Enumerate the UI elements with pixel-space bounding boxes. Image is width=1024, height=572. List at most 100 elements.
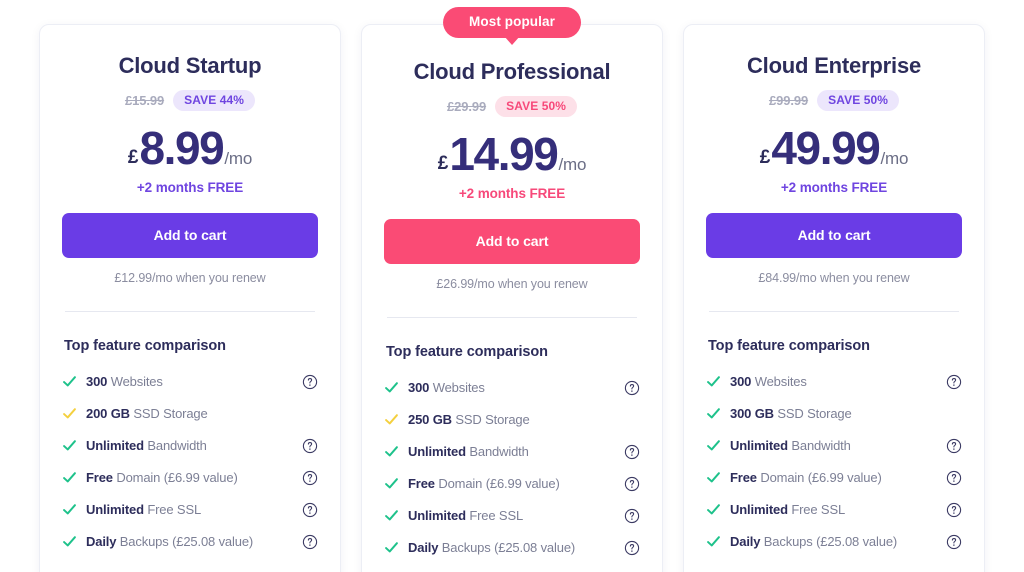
check-icon [384, 508, 399, 523]
feature-label: 300 Websites [730, 374, 946, 389]
feature-row: 300 Websites [62, 372, 318, 391]
feature-label: Free Domain (£6.99 value) [86, 470, 302, 485]
check-icon [62, 438, 77, 453]
feature-description: Bandwidth [465, 444, 529, 459]
free-months-note: +2 months FREE [136, 180, 244, 195]
add-to-cart-button[interactable]: Add to cart [62, 213, 318, 258]
feature-description: Domain (£6.99 value) [756, 470, 882, 485]
feature-description: Backups (£25.08 value) [116, 534, 254, 549]
check-icon [706, 502, 721, 517]
help-circle-icon[interactable] [624, 508, 640, 524]
feature-label: 200 GB SSD Storage [86, 406, 302, 421]
feature-label: Daily Backups (£25.08 value) [730, 534, 946, 549]
card-divider [65, 311, 315, 312]
help-circle-icon[interactable] [624, 540, 640, 556]
price-amount: 14.99 [449, 128, 559, 180]
feature-value: Daily [408, 540, 439, 555]
save-badge: SAVE 44% [173, 89, 256, 111]
help-circle-icon[interactable] [302, 438, 318, 454]
add-to-cart-button[interactable]: Add to cart [384, 219, 640, 264]
feature-value: Free [86, 470, 113, 485]
current-price: £14.99/mo [384, 131, 640, 177]
feature-label: Daily Backups (£25.08 value) [408, 540, 624, 555]
price-amount: 49.99 [771, 122, 881, 174]
feature-description: Websites [107, 374, 163, 389]
currency-symbol: £ [759, 147, 771, 168]
help-circle-icon[interactable] [946, 438, 962, 454]
features-heading: Top feature comparison [708, 338, 870, 354]
price-period: /mo [224, 149, 253, 168]
help-circle-icon[interactable] [946, 374, 962, 390]
feature-row: Unlimited Bandwidth [384, 442, 640, 461]
feature-row: Unlimited Free SSL [706, 500, 962, 519]
plan-name: Cloud Professional [413, 59, 611, 84]
check-icon [384, 412, 399, 427]
check-icon [62, 502, 77, 517]
check-icon [706, 374, 721, 389]
currency-symbol: £ [437, 153, 449, 174]
feature-list: 300 Websites 300 GB SSD Storage Unlimited … [706, 372, 962, 551]
feature-value: Daily [730, 534, 761, 549]
check-icon [706, 470, 721, 485]
feature-label: 250 GB SSD Storage [408, 412, 624, 427]
help-circle-icon[interactable] [946, 534, 962, 550]
add-to-cart-button[interactable]: Add to cart [706, 213, 962, 258]
price-amount: 8.99 [139, 122, 224, 174]
feature-description: Free SSL [143, 502, 202, 517]
feature-description: Domain (£6.99 value) [112, 470, 238, 485]
original-price: £99.99 [768, 92, 809, 108]
feature-description: Backups (£25.08 value) [438, 540, 576, 555]
renewal-price-note: £26.99/mo when you renew [436, 277, 588, 291]
feature-label: 300 Websites [408, 380, 624, 395]
check-icon [706, 406, 721, 421]
current-price: £49.99/mo [706, 125, 962, 171]
feature-label: Unlimited Bandwidth [730, 438, 946, 453]
help-circle-icon[interactable] [302, 374, 318, 390]
feature-value: Unlimited [86, 502, 144, 517]
check-icon [706, 534, 721, 549]
feature-description: Websites [429, 380, 485, 395]
help-circle-icon[interactable] [624, 444, 640, 460]
help-circle-icon[interactable] [624, 380, 640, 396]
feature-value: Free [730, 470, 757, 485]
feature-label: 300 GB SSD Storage [730, 406, 946, 421]
feature-value: Unlimited [730, 438, 788, 453]
feature-row: 250 GB SSD Storage [384, 410, 640, 429]
help-circle-icon[interactable] [946, 470, 962, 486]
help-circle-icon[interactable] [302, 470, 318, 486]
help-circle-icon[interactable] [302, 534, 318, 550]
currency-symbol: £ [127, 147, 139, 168]
feature-value: Unlimited [730, 502, 788, 517]
price-save-row: £99.99 SAVE 50% [706, 89, 962, 111]
check-icon [384, 444, 399, 459]
feature-row: 300 Websites [706, 372, 962, 391]
pricing-page: Cloud Startup £15.99 SAVE 44% £8.99/mo +2 mo… [0, 0, 1024, 572]
feature-description: SSD Storage [129, 406, 208, 421]
features-heading: Top feature comparison [386, 344, 548, 360]
pricing-card-list: Cloud Startup £15.99 SAVE 44% £8.99/mo +2 mo… [0, 0, 1024, 572]
help-circle-icon[interactable] [946, 502, 962, 518]
help-circle-icon[interactable] [302, 502, 318, 518]
feature-description: Websites [751, 374, 807, 389]
feature-row: Daily Backups (£25.08 value) [62, 532, 318, 551]
features-heading: Top feature comparison [64, 338, 226, 354]
plan-name: Cloud Enterprise [746, 53, 922, 78]
feature-value: Unlimited [86, 438, 144, 453]
card-divider [387, 317, 637, 318]
save-badge: SAVE 50% [495, 95, 578, 117]
feature-label: Daily Backups (£25.08 value) [86, 534, 302, 549]
feature-row: Free Domain (£6.99 value) [706, 468, 962, 487]
help-circle-icon[interactable] [624, 476, 640, 492]
feature-description: Backups (£25.08 value) [760, 534, 898, 549]
feature-description: SSD Storage [451, 412, 530, 427]
feature-label: Unlimited Bandwidth [86, 438, 302, 453]
original-price: £15.99 [124, 92, 165, 108]
price-save-row: £29.99 SAVE 50% [384, 95, 640, 117]
feature-description: Bandwidth [787, 438, 851, 453]
price-period: /mo [880, 149, 909, 168]
check-icon [384, 540, 399, 555]
feature-row: Free Domain (£6.99 value) [62, 468, 318, 487]
feature-row: Daily Backups (£25.08 value) [384, 538, 640, 557]
feature-value: Daily [86, 534, 117, 549]
feature-value: 300 GB [730, 406, 774, 421]
